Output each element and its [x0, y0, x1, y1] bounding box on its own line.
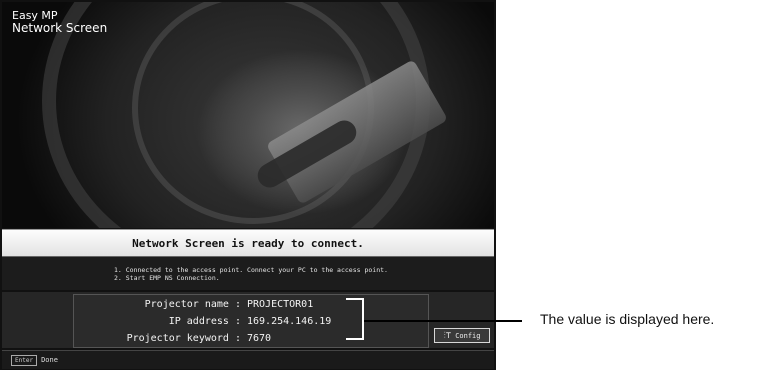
footer-bar: Enter Done: [2, 350, 494, 369]
ip-address-row: IP address : 169.254.146.19: [169, 316, 339, 327]
projector-keyword-label: Projector keyword :: [126, 333, 247, 344]
callout-line: [364, 320, 522, 322]
projector-name-value: PROJECTOR01: [247, 299, 314, 310]
instruction-step-1: 1. Connected to the access point. Connec…: [114, 266, 388, 274]
config-icon: ⫶⊤: [443, 330, 452, 341]
hero-image: Easy MP Network Screen: [2, 2, 494, 228]
config-button[interactable]: ⫶⊤ Config: [434, 328, 490, 343]
config-button-label: Config: [455, 331, 481, 340]
enter-key-hint: Enter: [11, 354, 38, 366]
projector-name-label: Projector name :: [144, 299, 247, 310]
callout-text: The value is displayed here.: [540, 311, 715, 327]
instruction-step-2: 2. Start EMP NS Connection.: [114, 274, 220, 282]
logo-line-2: Network Screen: [12, 21, 108, 35]
status-message: Network Screen is ready to connect.: [132, 236, 364, 250]
projector-keyword-value: 7670: [247, 333, 272, 344]
done-label: Done: [41, 356, 58, 364]
instructions: 1. Connected to the access point. Connec…: [2, 257, 494, 290]
projector-keyword-row: Projector keyword : 7670: [127, 333, 339, 344]
callout-bracket: [346, 298, 364, 340]
projector-name-row: Projector name : PROJECTOR01: [145, 299, 339, 310]
status-bar: Network Screen is ready to connect.: [2, 229, 494, 257]
projector-screen: Easy MP Network Screen Network Screen is…: [0, 0, 496, 370]
app-logo: Easy MP Network Screen: [12, 10, 108, 35]
ip-address-value: 169.254.146.19: [247, 316, 332, 327]
ip-address-label: IP address :: [168, 316, 247, 327]
